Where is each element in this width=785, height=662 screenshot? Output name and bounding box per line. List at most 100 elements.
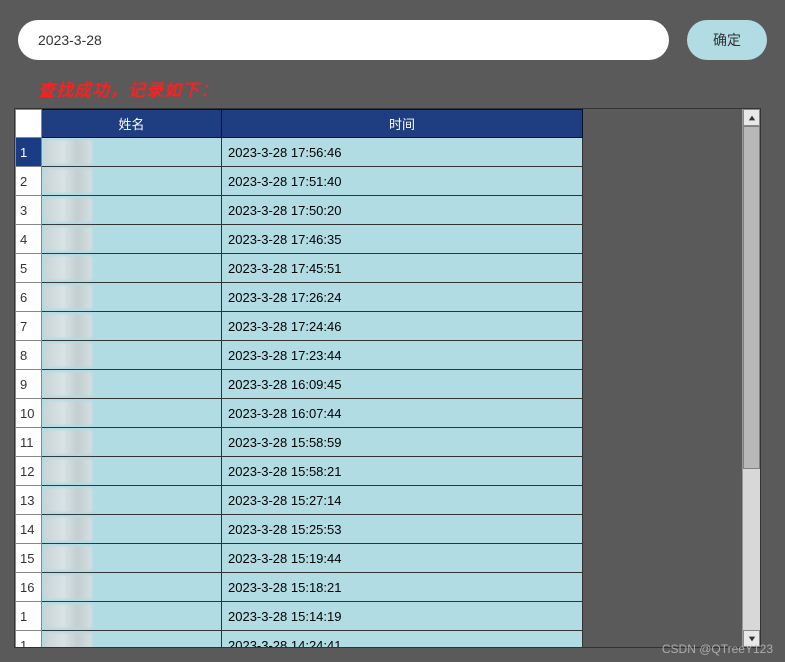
scroll-track[interactable] bbox=[743, 126, 760, 630]
row-number[interactable]: 6 bbox=[16, 283, 42, 312]
cell-time[interactable]: 2023-3-28 15:27:14 bbox=[222, 486, 583, 515]
table-row[interactable]: 5 2023-3-28 17:45:51 bbox=[16, 254, 583, 283]
cell-time[interactable]: 2023-3-28 15:18:21 bbox=[222, 573, 583, 602]
table-row[interactable]: 1 2023-3-28 14:24:41 bbox=[16, 631, 583, 648]
redacted-name bbox=[44, 343, 92, 367]
table-row[interactable]: 2 2023-3-28 17:51:40 bbox=[16, 167, 583, 196]
cell-name[interactable] bbox=[42, 544, 222, 573]
row-number[interactable]: 7 bbox=[16, 312, 42, 341]
redacted-name bbox=[44, 401, 92, 425]
row-number[interactable]: 11 bbox=[16, 428, 42, 457]
cell-name[interactable] bbox=[42, 515, 222, 544]
cell-time[interactable]: 2023-3-28 17:50:20 bbox=[222, 196, 583, 225]
cell-time[interactable]: 2023-3-28 17:24:46 bbox=[222, 312, 583, 341]
row-number[interactable]: 12 bbox=[16, 457, 42, 486]
cell-name[interactable] bbox=[42, 399, 222, 428]
cell-time[interactable]: 2023-3-28 15:14:19 bbox=[222, 602, 583, 631]
col-header-time[interactable]: 时间 bbox=[222, 110, 583, 138]
table-row[interactable]: 8 2023-3-28 17:23:44 bbox=[16, 341, 583, 370]
cell-time[interactable]: 2023-3-28 15:25:53 bbox=[222, 515, 583, 544]
cell-name[interactable] bbox=[42, 138, 222, 167]
table-row[interactable]: 9 2023-3-28 16:09:45 bbox=[16, 370, 583, 399]
cell-time[interactable]: 2023-3-28 16:07:44 bbox=[222, 399, 583, 428]
table-row[interactable]: 11 2023-3-28 15:58:59 bbox=[16, 428, 583, 457]
row-number[interactable]: 5 bbox=[16, 254, 42, 283]
cell-name[interactable] bbox=[42, 370, 222, 399]
confirm-button[interactable]: 确定 bbox=[687, 20, 767, 60]
cell-time[interactable]: 2023-3-28 17:51:40 bbox=[222, 167, 583, 196]
cell-time[interactable]: 2023-3-28 17:56:46 bbox=[222, 138, 583, 167]
row-number[interactable]: 3 bbox=[16, 196, 42, 225]
row-number[interactable]: 2 bbox=[16, 167, 42, 196]
table-row[interactable]: 4 2023-3-28 17:46:35 bbox=[16, 225, 583, 254]
table-row[interactable]: 1 2023-3-28 17:56:46 bbox=[16, 138, 583, 167]
redacted-name bbox=[44, 198, 92, 222]
results-panel: 姓名 时间 1 2023-3-28 17:56:46 2 2023-3-28 17:5… bbox=[14, 108, 761, 648]
redacted-name bbox=[44, 430, 92, 454]
row-number[interactable]: 13 bbox=[16, 486, 42, 515]
row-number[interactable]: 10 bbox=[16, 399, 42, 428]
redacted-name bbox=[44, 546, 92, 570]
col-header-name[interactable]: 姓名 bbox=[42, 110, 222, 138]
cell-time[interactable]: 2023-3-28 15:58:21 bbox=[222, 457, 583, 486]
row-number[interactable]: 8 bbox=[16, 341, 42, 370]
redacted-name bbox=[44, 227, 92, 251]
redacted-name bbox=[44, 488, 92, 512]
search-input[interactable] bbox=[18, 20, 669, 60]
cell-time[interactable]: 2023-3-28 17:26:24 bbox=[222, 283, 583, 312]
row-number[interactable]: 1 bbox=[16, 631, 42, 648]
cell-time[interactable]: 2023-3-28 14:24:41 bbox=[222, 631, 583, 648]
table-row[interactable]: 12 2023-3-28 15:58:21 bbox=[16, 457, 583, 486]
cell-name[interactable] bbox=[42, 602, 222, 631]
table-empty-area bbox=[583, 109, 760, 647]
cell-time[interactable]: 2023-3-28 17:45:51 bbox=[222, 254, 583, 283]
table-row[interactable]: 14 2023-3-28 15:25:53 bbox=[16, 515, 583, 544]
row-number[interactable]: 15 bbox=[16, 544, 42, 573]
table-row[interactable]: 6 2023-3-28 17:26:24 bbox=[16, 283, 583, 312]
scroll-up-arrow-icon[interactable] bbox=[743, 109, 760, 126]
row-number[interactable]: 1 bbox=[16, 138, 42, 167]
cell-time[interactable]: 2023-3-28 16:09:45 bbox=[222, 370, 583, 399]
cell-name[interactable] bbox=[42, 631, 222, 648]
row-number[interactable]: 16 bbox=[16, 573, 42, 602]
row-number[interactable]: 1 bbox=[16, 602, 42, 631]
redacted-name bbox=[44, 372, 92, 396]
scroll-thumb[interactable] bbox=[743, 126, 760, 469]
table-row[interactable]: 15 2023-3-28 15:19:44 bbox=[16, 544, 583, 573]
top-bar: 确定 bbox=[0, 0, 785, 70]
cell-name[interactable] bbox=[42, 312, 222, 341]
cell-name[interactable] bbox=[42, 254, 222, 283]
table-row[interactable]: 10 2023-3-28 16:07:44 bbox=[16, 399, 583, 428]
cell-name[interactable] bbox=[42, 283, 222, 312]
cell-time[interactable]: 2023-3-28 17:46:35 bbox=[222, 225, 583, 254]
redacted-name bbox=[44, 633, 92, 647]
cell-time[interactable]: 2023-3-28 17:23:44 bbox=[222, 341, 583, 370]
cell-name[interactable] bbox=[42, 573, 222, 602]
table-row[interactable]: 7 2023-3-28 17:24:46 bbox=[16, 312, 583, 341]
cell-time[interactable]: 2023-3-28 15:19:44 bbox=[222, 544, 583, 573]
row-number[interactable]: 4 bbox=[16, 225, 42, 254]
cell-name[interactable] bbox=[42, 428, 222, 457]
cell-name[interactable] bbox=[42, 196, 222, 225]
redacted-name bbox=[44, 169, 92, 193]
row-number[interactable]: 9 bbox=[16, 370, 42, 399]
cell-name[interactable] bbox=[42, 457, 222, 486]
cell-time[interactable]: 2023-3-28 15:58:59 bbox=[222, 428, 583, 457]
redacted-name bbox=[44, 285, 92, 309]
redacted-name bbox=[44, 256, 92, 280]
table-row[interactable]: 3 2023-3-28 17:50:20 bbox=[16, 196, 583, 225]
redacted-name bbox=[44, 140, 92, 164]
vertical-scrollbar[interactable] bbox=[742, 109, 760, 647]
results-table: 姓名 时间 1 2023-3-28 17:56:46 2 2023-3-28 17:5… bbox=[15, 109, 583, 647]
cell-name[interactable] bbox=[42, 225, 222, 254]
row-number[interactable]: 14 bbox=[16, 515, 42, 544]
redacted-name bbox=[44, 575, 92, 599]
cell-name[interactable] bbox=[42, 341, 222, 370]
watermark: CSDN @QTreeY123 bbox=[662, 642, 773, 656]
table-row[interactable]: 16 2023-3-28 15:18:21 bbox=[16, 573, 583, 602]
cell-name[interactable] bbox=[42, 486, 222, 515]
cell-name[interactable] bbox=[42, 167, 222, 196]
table-row[interactable]: 1 2023-3-28 15:14:19 bbox=[16, 602, 583, 631]
redacted-name bbox=[44, 314, 92, 338]
table-row[interactable]: 13 2023-3-28 15:27:14 bbox=[16, 486, 583, 515]
